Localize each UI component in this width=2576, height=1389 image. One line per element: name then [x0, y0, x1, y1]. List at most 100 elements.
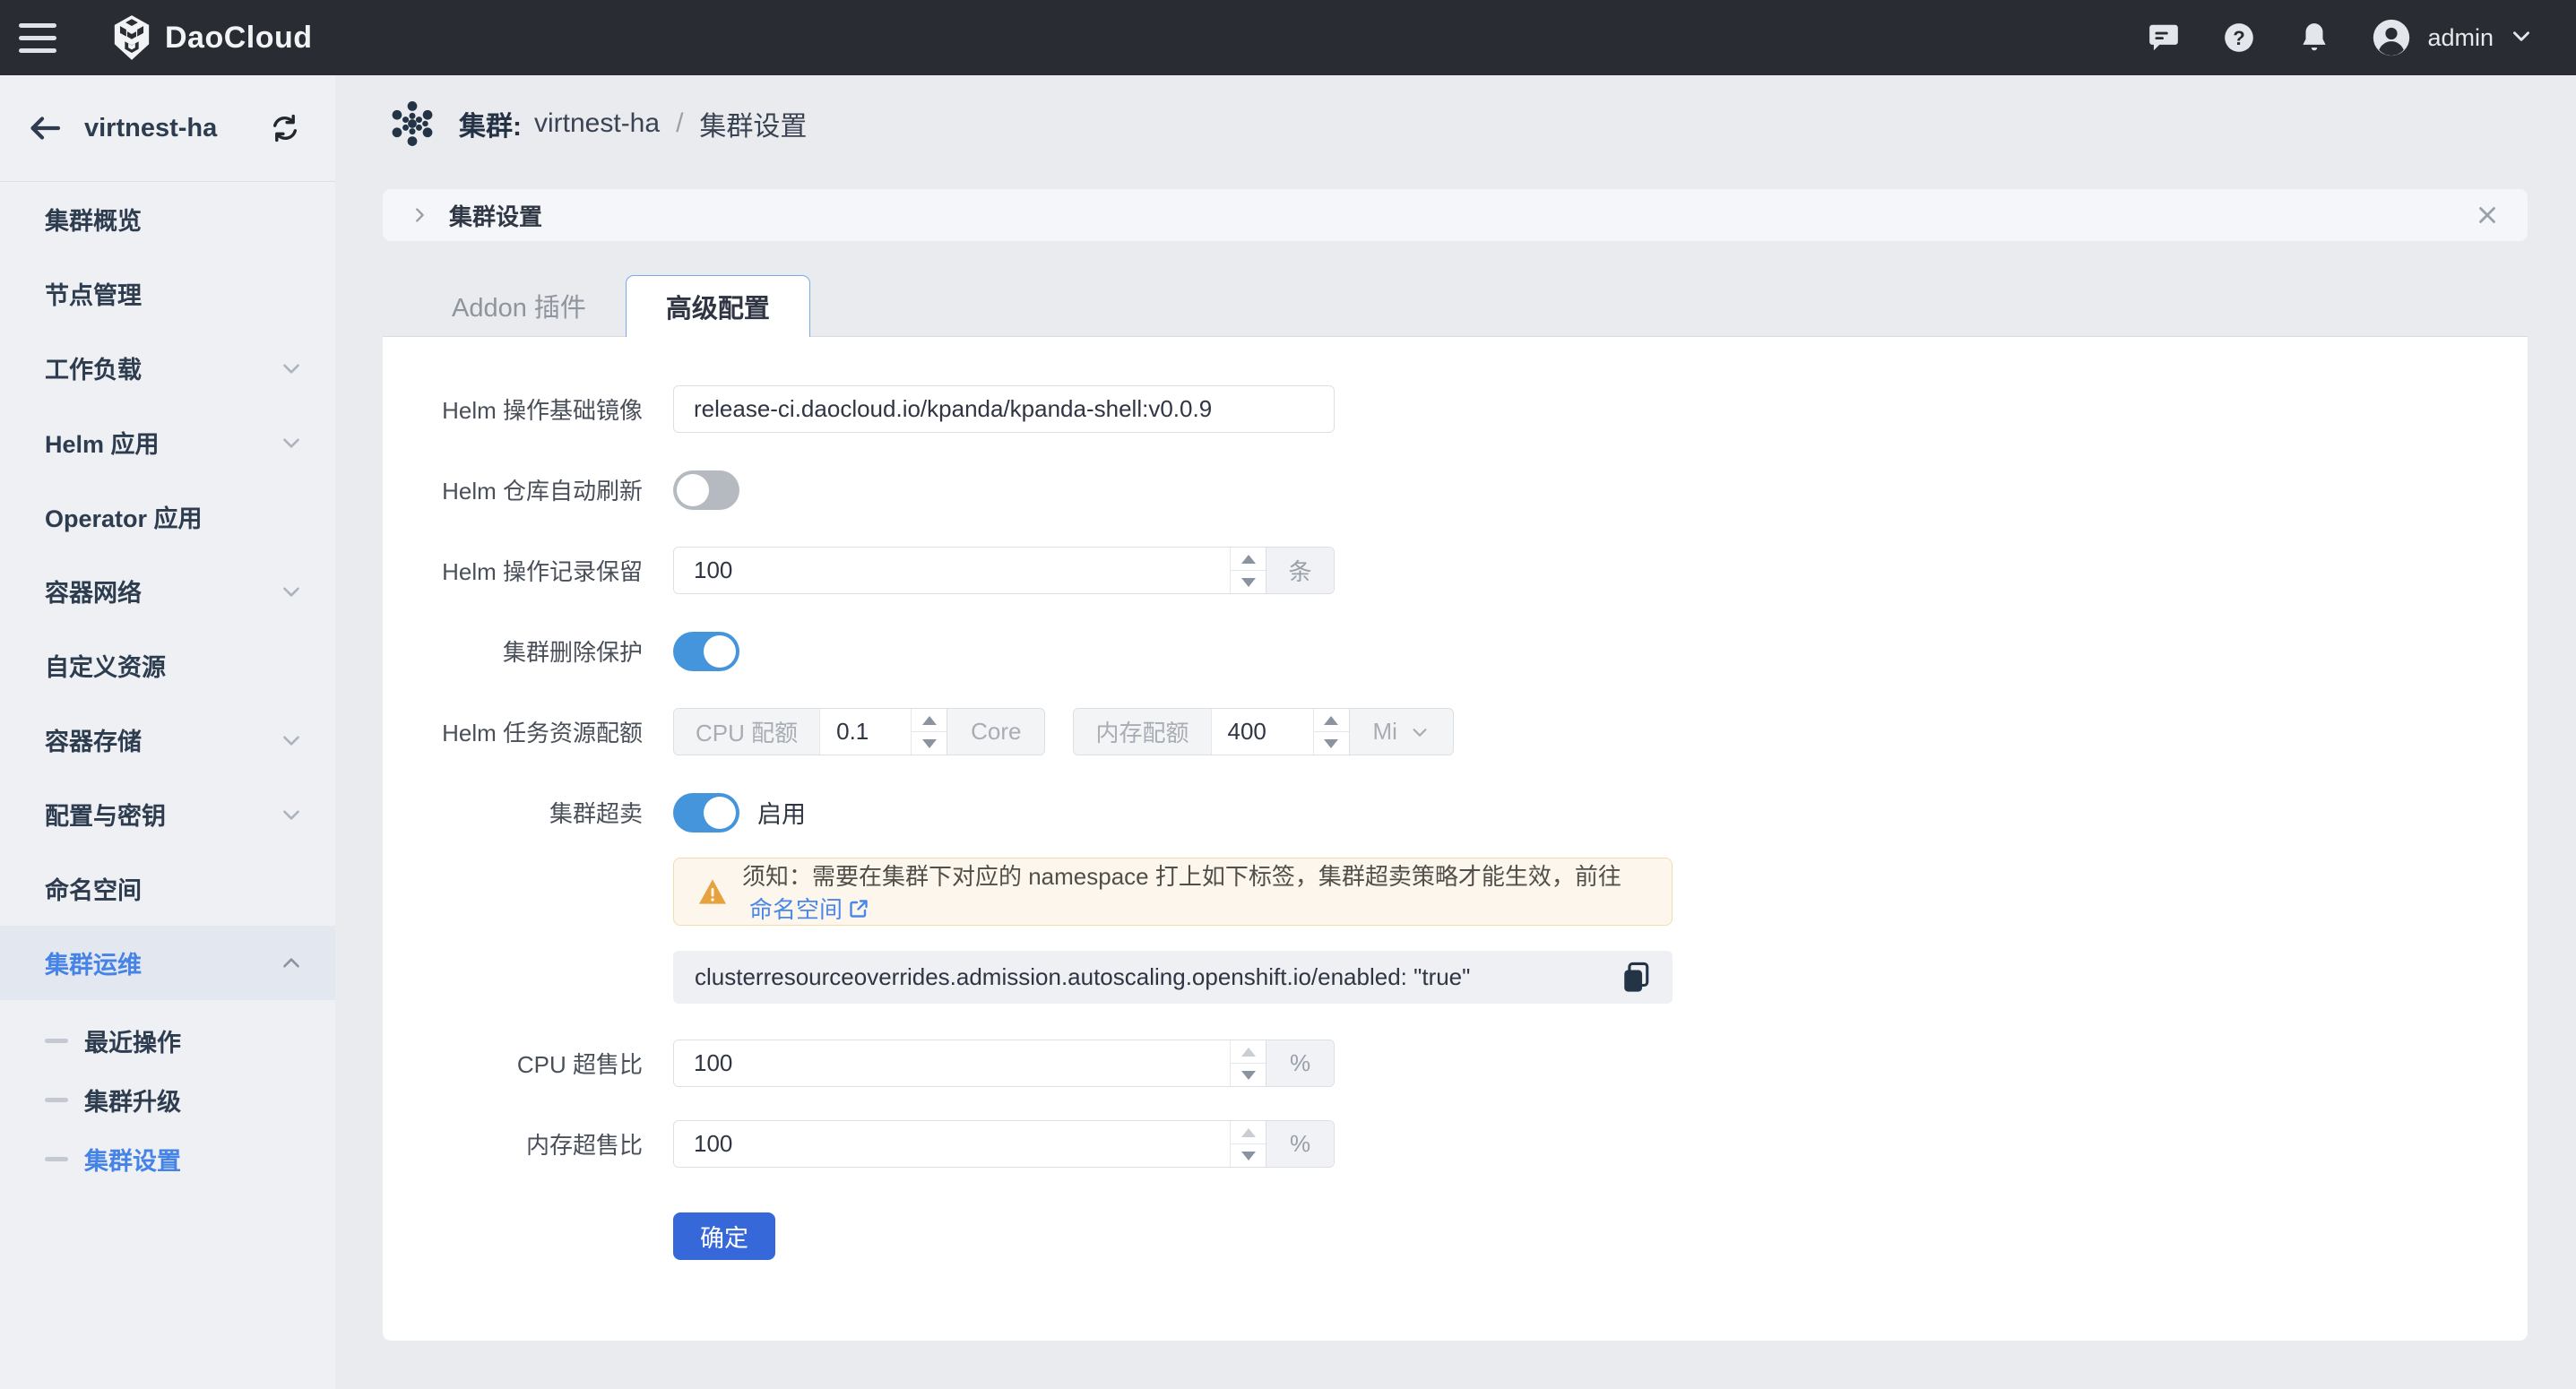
step-up-icon[interactable] [1231, 1121, 1266, 1143]
sidebar-item-node-management[interactable]: 节点管理 [0, 256, 335, 331]
external-link-icon[interactable] [848, 898, 869, 919]
cpu-quota-prefix: CPU 配额 [674, 709, 820, 755]
breadcrumb-cluster-name[interactable]: virtnest-ha [534, 108, 660, 139]
step-down-icon[interactable] [1231, 1143, 1266, 1167]
breadcrumb: 集群: virtnest-ha / 集群设置 [387, 97, 807, 151]
mem-ratio-group: % [673, 1120, 1335, 1168]
hamburger-menu-icon[interactable] [0, 0, 75, 75]
sidebar-item-cluster-ops[interactable]: 集群运维 [0, 926, 335, 1000]
memory-quota-input[interactable] [1212, 709, 1313, 755]
memory-unit-select[interactable]: Mi [1349, 709, 1453, 755]
helm-repo-refresh-label: Helm 仓库自动刷新 [383, 473, 643, 506]
row-mem-ratio: 内存超售比 % [383, 1120, 2528, 1168]
step-up-icon[interactable] [1231, 548, 1266, 570]
help-icon[interactable]: ? [2221, 20, 2257, 56]
helm-record-keep-group: 条 [673, 547, 1335, 594]
user-menu[interactable]: admin [2372, 18, 2533, 57]
step-down-icon[interactable] [1231, 1063, 1266, 1086]
sidebar-item-operator-apps[interactable]: Operator 应用 [0, 479, 335, 554]
row-delete-protect: 集群删除保护 [383, 627, 2528, 675]
step-up-icon[interactable] [1231, 1040, 1266, 1063]
step-down-icon[interactable] [1231, 570, 1266, 593]
advanced-config-panel: Helm 操作基础镜像 Helm 仓库自动刷新 Helm 操作记录保留 条 [383, 337, 2528, 1341]
dash-icon [45, 1039, 68, 1043]
cpu-ratio-input[interactable] [674, 1040, 1230, 1086]
sidebar: virtnest-ha 集群概览 节点管理 工作负载 Helm 应用 Opera… [0, 75, 335, 1389]
step-down-icon[interactable] [912, 731, 947, 755]
brand-logo[interactable]: DaoCloud [111, 14, 313, 61]
chevron-down-icon [1410, 722, 1430, 742]
stepper [911, 709, 947, 755]
collapse-bar-label: 集群设置 [449, 199, 542, 232]
sidebar-item-cluster-settings[interactable]: 集群设置 [0, 1129, 335, 1188]
helm-repo-refresh-toggle[interactable] [673, 470, 739, 510]
sidebar-item-custom-resources[interactable]: 自定义资源 [0, 628, 335, 703]
sidebar-item-config-secrets[interactable]: 配置与密钥 [0, 777, 335, 851]
username: admin [2427, 24, 2494, 52]
breadcrumb-cluster-label: 集群: [459, 104, 522, 143]
oversell-toggle[interactable] [673, 793, 739, 833]
delete-protect-toggle[interactable] [673, 632, 739, 671]
page: DaoCloud ? admin [0, 0, 2576, 1389]
chevron-down-icon [280, 580, 303, 603]
chevron-down-icon [280, 357, 303, 380]
toggle-knob [677, 474, 709, 506]
messages-icon[interactable] [2146, 20, 2182, 56]
stepper [1230, 1040, 1266, 1086]
sidebar-item-cluster-upgrade[interactable]: 集群升级 [0, 1070, 335, 1129]
memory-quota-prefix: 内存配额 [1074, 709, 1211, 755]
sidebar-item-recent-operations[interactable]: 最近操作 [0, 1011, 335, 1070]
row-helm-record-keep: Helm 操作记录保留 条 [383, 547, 2528, 594]
brand-name: DaoCloud [165, 21, 313, 56]
avatar-icon [2372, 18, 2411, 57]
helm-base-image-input[interactable] [673, 385, 1335, 433]
sidebar-item-helm-apps[interactable]: Helm 应用 [0, 405, 335, 479]
oversell-notice: 须知：需要在集群下对应的 namespace 打上如下标签，集群超卖策略才能生效… [673, 858, 1673, 926]
notice-text: 须知：需要在集群下对应的 namespace 打上如下标签，集群超卖策略才能生效… [742, 858, 1648, 925]
sidebar-item-container-storage[interactable]: 容器存储 [0, 703, 335, 777]
dash-icon [45, 1098, 68, 1102]
close-icon[interactable] [2474, 202, 2501, 229]
main-content: 集群: virtnest-ha / 集群设置 集群设置 Addon 插件 高级配… [335, 75, 2576, 1389]
sidebar-item-container-network[interactable]: 容器网络 [0, 554, 335, 628]
helm-record-keep-label: Helm 操作记录保留 [383, 554, 643, 587]
submit-row: 确定 [673, 1212, 2528, 1260]
label-code-text: clusterresourceoverrides.admission.autos… [695, 963, 1621, 991]
refresh-icon[interactable] [267, 110, 303, 146]
step-up-icon[interactable] [1314, 709, 1349, 731]
sidebar-item-cluster-overview[interactable]: 集群概览 [0, 182, 335, 256]
cpu-ratio-unit: % [1266, 1040, 1334, 1086]
cpu-quota-input[interactable] [820, 709, 911, 755]
oversell-state-text: 启用 [757, 795, 806, 830]
breadcrumb-separator: / [676, 108, 683, 139]
helm-record-keep-unit: 条 [1266, 548, 1334, 593]
chevron-down-icon [2510, 24, 2533, 52]
chevron-right-icon[interactable] [410, 205, 429, 225]
svg-text:?: ? [2234, 27, 2246, 49]
helm-record-keep-input[interactable] [674, 548, 1230, 593]
stepper [1230, 548, 1266, 593]
breadcrumb-page: 集群设置 [699, 104, 807, 143]
cpu-quota-unit: Core [947, 709, 1044, 755]
copy-icon[interactable] [1621, 961, 1651, 995]
back-arrow-icon[interactable] [25, 108, 65, 148]
sidebar-item-namespaces[interactable]: 命名空间 [0, 851, 335, 926]
cluster-dots-icon [387, 99, 437, 149]
tab-advanced-config[interactable]: 高级配置 [626, 275, 810, 337]
namespace-link[interactable]: 命名空间 [749, 896, 843, 923]
settings-collapse-bar[interactable]: 集群设置 [383, 189, 2528, 241]
top-header: DaoCloud ? admin [0, 0, 2576, 75]
memory-quota-group: 内存配额 Mi [1073, 708, 1453, 755]
confirm-button[interactable]: 确定 [673, 1212, 775, 1260]
tab-addon-plugins[interactable]: Addon 插件 [412, 275, 626, 336]
chevron-down-icon [280, 729, 303, 752]
step-up-icon[interactable] [912, 709, 947, 731]
sidebar-item-workloads[interactable]: 工作负载 [0, 331, 335, 405]
sidebar-cluster-name: virtnest-ha [84, 114, 267, 143]
cpu-ratio-group: % [673, 1040, 1335, 1087]
toggle-knob [704, 797, 736, 829]
mem-ratio-input[interactable] [674, 1121, 1230, 1167]
stepper [1313, 709, 1349, 755]
step-down-icon[interactable] [1314, 731, 1349, 755]
notifications-bell-icon[interactable] [2296, 20, 2332, 56]
